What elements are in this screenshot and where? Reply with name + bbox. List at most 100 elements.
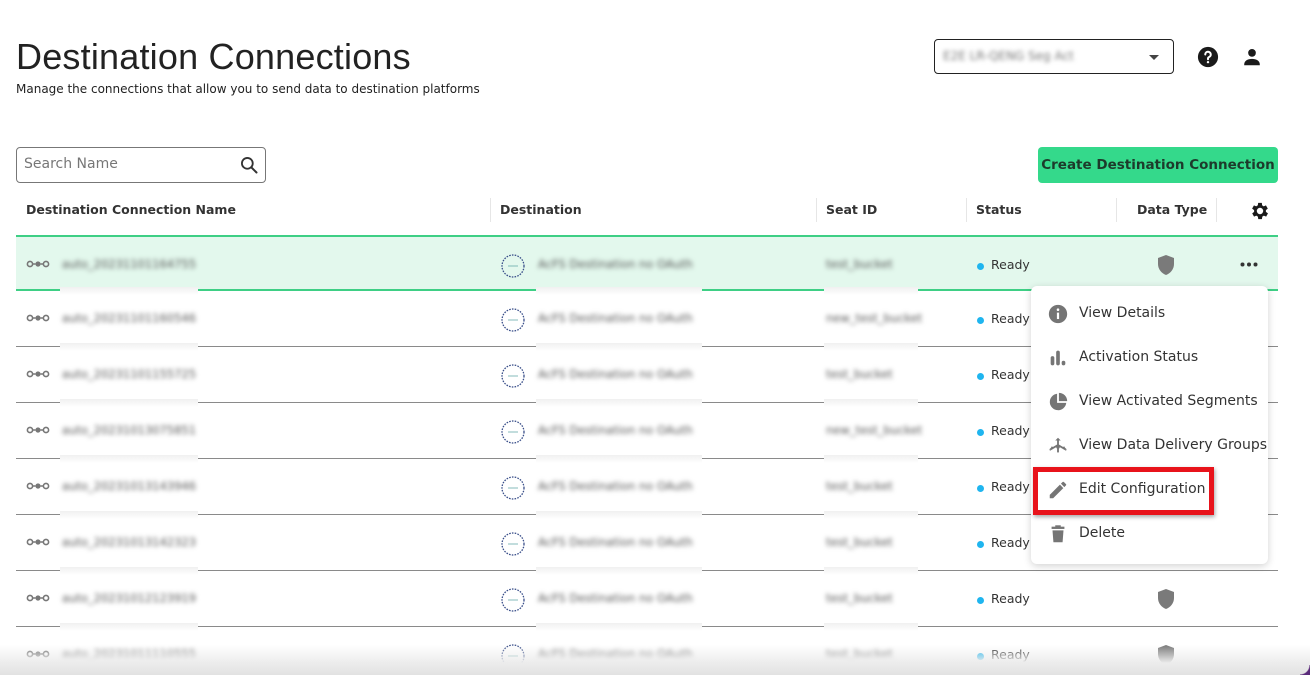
trash-icon bbox=[1051, 525, 1065, 543]
destination-logo-icon bbox=[501, 420, 525, 444]
connection-link-icon bbox=[26, 260, 50, 268]
ghost-strip bbox=[824, 399, 918, 407]
caret-down-icon bbox=[1149, 55, 1159, 60]
destination-name: AcFS Destination no OAuth bbox=[538, 535, 693, 549]
column-header-status[interactable]: Status bbox=[976, 202, 1022, 217]
status-dot bbox=[977, 263, 984, 270]
seat-id: test_bucket bbox=[826, 367, 893, 381]
ghost-strip bbox=[60, 567, 198, 575]
status-dot bbox=[977, 429, 984, 436]
destination-logo-icon bbox=[501, 254, 525, 278]
connection-link-icon bbox=[26, 426, 50, 434]
shield-icon bbox=[1158, 589, 1174, 609]
seat-id: test_bucket bbox=[826, 535, 893, 549]
status-dot bbox=[977, 541, 984, 548]
column-header-data-type[interactable]: Data Type bbox=[1137, 202, 1207, 217]
column-divider bbox=[816, 198, 817, 222]
connection-link-icon bbox=[26, 370, 50, 378]
row-actions-menu: View Details Activation Status View Acti… bbox=[1031, 286, 1268, 564]
menu-item-label: Edit Configuration bbox=[1079, 481, 1206, 497]
seat-id: test_bucket bbox=[826, 479, 893, 493]
connection-name[interactable]: auto_20231013075851 bbox=[62, 423, 196, 437]
account-selector-value: E2E LR-QENG Seg Act bbox=[943, 49, 1074, 63]
menu-item-view-data-delivery-groups[interactable]: View Data Delivery Groups bbox=[1031, 424, 1268, 468]
connection-name[interactable]: auto_20231012123919 bbox=[62, 591, 196, 605]
seat-id: new_test_bucket bbox=[826, 423, 923, 437]
destination-name: AcFS Destination no OAuth bbox=[538, 311, 693, 325]
column-header-name[interactable]: Destination Connection Name bbox=[26, 202, 236, 217]
shield-icon bbox=[1158, 255, 1174, 275]
create-destination-connection-button[interactable]: Create Destination Connection bbox=[1038, 147, 1278, 183]
connection-link-icon bbox=[26, 594, 50, 602]
status-text: Ready bbox=[991, 367, 1030, 382]
ghost-strip bbox=[824, 623, 918, 631]
menu-item-view-details[interactable]: View Details bbox=[1031, 292, 1268, 336]
menu-item-view-activated-segments[interactable]: View Activated Segments bbox=[1031, 380, 1268, 424]
ghost-strip bbox=[824, 511, 918, 519]
gear-icon[interactable] bbox=[1249, 200, 1271, 222]
destination-logo-icon bbox=[501, 364, 525, 388]
connection-link-icon bbox=[26, 538, 50, 546]
ghost-strip bbox=[536, 567, 702, 575]
ghost-strip bbox=[60, 511, 198, 519]
ghost-strip bbox=[60, 455, 198, 463]
account-selector[interactable]: E2E LR-QENG Seg Act bbox=[934, 39, 1174, 74]
seat-id: test_bucket bbox=[826, 591, 893, 605]
search-field[interactable] bbox=[16, 147, 266, 183]
ghost-strip bbox=[536, 455, 702, 463]
column-header-seat-id[interactable]: Seat ID bbox=[826, 202, 877, 217]
menu-item-activation-status[interactable]: Activation Status bbox=[1031, 336, 1268, 380]
column-divider bbox=[1216, 198, 1217, 222]
destination-logo-icon bbox=[501, 308, 525, 332]
table-row[interactable]: auto_20231012123919 AcFS Destination no O… bbox=[16, 567, 1278, 627]
user-icon[interactable] bbox=[1241, 46, 1263, 68]
menu-item-label: Activation Status bbox=[1079, 349, 1199, 365]
info-icon bbox=[1048, 304, 1068, 324]
ghost-strip bbox=[536, 623, 702, 631]
window-corner bbox=[1300, 665, 1310, 675]
ghost-strip bbox=[824, 567, 918, 575]
destination-name: AcFS Destination no OAuth bbox=[538, 591, 693, 605]
ghost-strip bbox=[824, 343, 918, 351]
seat-id: new_test_bucket bbox=[826, 311, 923, 325]
ghost-strip bbox=[536, 343, 702, 351]
status-text: Ready bbox=[991, 479, 1030, 494]
connection-name[interactable]: auto_20231101155725 bbox=[62, 367, 196, 381]
status-dot bbox=[977, 485, 984, 492]
help-circle-icon[interactable] bbox=[1197, 46, 1219, 68]
connection-name[interactable]: auto_20231101160546 bbox=[62, 311, 196, 325]
ghost-strip bbox=[536, 399, 702, 407]
search-input[interactable] bbox=[24, 156, 234, 172]
column-divider bbox=[490, 198, 491, 222]
search-icon[interactable] bbox=[239, 155, 259, 175]
ghost-strip bbox=[60, 399, 198, 407]
column-divider bbox=[1116, 198, 1117, 222]
bottom-fade-overlay bbox=[0, 645, 1310, 675]
status-text: Ready bbox=[991, 257, 1030, 272]
connection-name[interactable]: auto_20231013142323 bbox=[62, 535, 196, 549]
menu-item-label: View Data Delivery Groups bbox=[1079, 437, 1268, 453]
destination-name: AcFS Destination no OAuth bbox=[538, 367, 693, 381]
destination-name: AcFS Destination no OAuth bbox=[538, 423, 693, 437]
status-text: Ready bbox=[991, 535, 1030, 550]
connection-link-icon bbox=[26, 314, 50, 322]
column-divider bbox=[966, 198, 967, 222]
ghost-strip bbox=[60, 623, 198, 631]
destination-logo-icon bbox=[501, 588, 525, 612]
column-header-destination[interactable]: Destination bbox=[500, 202, 582, 217]
ghost-strip bbox=[60, 287, 198, 295]
status-text: Ready bbox=[991, 591, 1030, 606]
destination-name: AcFS Destination no OAuth bbox=[538, 257, 693, 271]
status-dot bbox=[977, 373, 984, 380]
table-row[interactable]: auto_20231101164755 AcFS Destination no O… bbox=[16, 235, 1278, 291]
status-text: Ready bbox=[991, 311, 1030, 326]
more-options-icon[interactable] bbox=[1240, 262, 1258, 267]
menu-item-label: View Activated Segments bbox=[1079, 393, 1258, 409]
connection-name[interactable]: auto_20231101164755 bbox=[62, 257, 196, 271]
connection-name[interactable]: auto_20231013143946 bbox=[62, 479, 196, 493]
menu-item-edit-configuration[interactable]: Edit Configuration bbox=[1031, 468, 1268, 512]
ghost-strip bbox=[824, 455, 918, 463]
menu-item-delete[interactable]: Delete bbox=[1031, 512, 1268, 556]
ghost-strip bbox=[536, 511, 702, 519]
status-dot bbox=[977, 597, 984, 604]
